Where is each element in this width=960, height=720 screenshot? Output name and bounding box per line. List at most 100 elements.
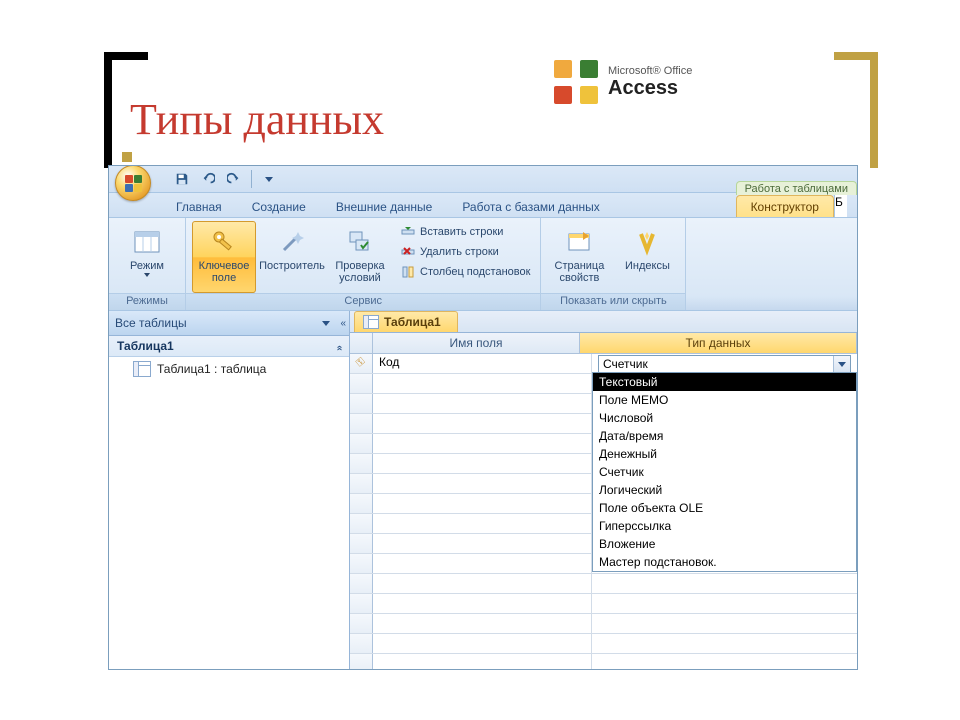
field-name-cell[interactable] xyxy=(373,534,592,553)
type-option[interactable]: Вложение xyxy=(593,535,856,553)
type-option[interactable]: Логический xyxy=(593,481,856,499)
data-type-select[interactable]: Счетчик xyxy=(598,355,851,373)
field-name-cell[interactable] xyxy=(373,434,592,453)
type-option[interactable]: Мастер подстановок. xyxy=(593,553,856,571)
nav-group-header[interactable]: Таблица1 « xyxy=(109,336,349,357)
property-sheet-button[interactable]: Страница свойств xyxy=(547,221,611,293)
view-label: Режим xyxy=(130,260,164,272)
row-selector-header[interactable] xyxy=(350,333,373,353)
tab-create[interactable]: Создание xyxy=(237,195,321,217)
field-name-cell[interactable] xyxy=(373,374,592,393)
builder-button[interactable]: Построитель xyxy=(260,221,324,293)
field-name-cell[interactable] xyxy=(373,474,592,493)
data-type-cell[interactable] xyxy=(592,594,857,613)
nav-pane-header[interactable]: Все таблицы « xyxy=(109,311,349,336)
office-button[interactable] xyxy=(115,165,151,201)
row-selector[interactable] xyxy=(350,594,373,613)
data-type-cell[interactable] xyxy=(592,654,857,670)
row-selector[interactable]: ⚿ xyxy=(350,354,373,373)
field-name-cell[interactable] xyxy=(373,454,592,473)
row-selector[interactable] xyxy=(350,634,373,653)
collapse-pane-icon[interactable]: « xyxy=(340,318,343,329)
redo-button[interactable] xyxy=(223,168,245,190)
row-selector[interactable] xyxy=(350,394,373,413)
undo-button[interactable] xyxy=(197,168,219,190)
dropdown-button[interactable] xyxy=(833,356,850,372)
nav-item-table1[interactable]: Таблица1 : таблица xyxy=(109,357,349,381)
field-name-cell[interactable] xyxy=(373,594,592,613)
type-option[interactable]: Денежный xyxy=(593,445,856,463)
tab-design[interactable]: Конструктор xyxy=(736,195,834,217)
field-name-cell[interactable] xyxy=(373,654,592,670)
data-type-dropdown[interactable]: Текстовый Поле МЕМО Числовой Дата/время … xyxy=(592,372,857,572)
delete-rows-button[interactable]: Удалить строки xyxy=(396,243,534,261)
nav-group-label: Таблица1 xyxy=(117,339,174,353)
property-sheet-icon xyxy=(563,226,595,258)
document-tabstrip: Таблица1 xyxy=(350,311,857,333)
row-selector[interactable] xyxy=(350,494,373,513)
builder-label: Построитель xyxy=(259,260,325,272)
delete-rows-icon xyxy=(400,244,416,260)
view-button[interactable]: Режим xyxy=(115,221,179,293)
data-type-cell[interactable] xyxy=(592,634,857,653)
nav-header-label: Все таблицы xyxy=(115,316,187,330)
data-type-cell[interactable]: Счетчик Текстовый Поле МЕМО Числовой Дат… xyxy=(592,354,857,373)
qat-customize-button[interactable] xyxy=(258,168,280,190)
tab-database-tools[interactable]: Работа с базами данных xyxy=(447,195,614,217)
data-type-cell[interactable] xyxy=(592,614,857,633)
row-selector[interactable] xyxy=(350,654,373,670)
column-field-name[interactable]: Имя поля xyxy=(373,333,580,353)
grid-header: Имя поля Тип данных xyxy=(350,333,857,354)
lookup-column-icon xyxy=(400,264,416,280)
validate-button[interactable]: Проверка условий xyxy=(328,221,392,293)
type-option[interactable]: Поле объекта OLE xyxy=(593,499,856,517)
navigation-pane: Все таблицы « Таблица1 « Таблица1 : табл… xyxy=(109,311,350,669)
row-selector[interactable] xyxy=(350,414,373,433)
chevron-down-icon xyxy=(322,321,330,326)
ribbon-group-label: Сервис xyxy=(186,293,540,310)
field-name-cell[interactable] xyxy=(373,494,592,513)
field-name-cell[interactable] xyxy=(373,394,592,413)
field-name-cell[interactable] xyxy=(373,554,592,573)
validate-label: Проверка условий xyxy=(329,260,391,284)
field-name-cell[interactable]: Код xyxy=(373,354,592,373)
property-sheet-label: Страница свойств xyxy=(548,260,610,284)
lookup-column-button[interactable]: Столбец подстановок xyxy=(396,263,534,281)
qat-separator xyxy=(251,170,252,188)
primary-key-button[interactable]: Ключевое поле xyxy=(192,221,256,293)
ribbon-group-show-hide: Страница свойств Индексы Показать или ск… xyxy=(541,218,686,310)
type-option[interactable]: Счетчик xyxy=(593,463,856,481)
insert-rows-label: Вставить строки xyxy=(420,226,503,238)
field-name-cell[interactable] xyxy=(373,414,592,433)
insert-rows-icon xyxy=(400,224,416,240)
tab-external-data[interactable]: Внешние данные xyxy=(321,195,448,217)
type-option[interactable]: Числовой xyxy=(593,409,856,427)
type-option[interactable]: Текстовый xyxy=(593,373,856,391)
row-selector[interactable] xyxy=(350,454,373,473)
design-view: Таблица1 Имя поля Тип данных ⚿ Код С xyxy=(350,311,857,669)
insert-rows-button[interactable]: Вставить строки xyxy=(396,223,534,241)
row-selector[interactable] xyxy=(350,554,373,573)
tab-home[interactable]: Главная xyxy=(161,195,237,217)
row-selector[interactable] xyxy=(350,574,373,593)
table-icon xyxy=(363,315,379,329)
row-selector[interactable] xyxy=(350,514,373,533)
wand-icon xyxy=(276,226,308,258)
row-selector[interactable] xyxy=(350,614,373,633)
type-option[interactable]: Дата/время xyxy=(593,427,856,445)
type-option[interactable]: Поле МЕМО xyxy=(593,391,856,409)
type-option[interactable]: Гиперссылка xyxy=(593,517,856,535)
row-selector[interactable] xyxy=(350,534,373,553)
indexes-button[interactable]: Индексы xyxy=(615,221,679,293)
save-button[interactable] xyxy=(171,168,193,190)
field-name-cell[interactable] xyxy=(373,634,592,653)
document-tab-table1[interactable]: Таблица1 xyxy=(354,311,458,332)
field-name-cell[interactable] xyxy=(373,614,592,633)
row-selector[interactable] xyxy=(350,374,373,393)
column-data-type[interactable]: Тип данных xyxy=(580,333,857,353)
field-name-cell[interactable] xyxy=(373,514,592,533)
field-name-cell[interactable] xyxy=(373,574,592,593)
row-selector[interactable] xyxy=(350,474,373,493)
row-selector[interactable] xyxy=(350,434,373,453)
data-type-cell[interactable] xyxy=(592,574,857,593)
